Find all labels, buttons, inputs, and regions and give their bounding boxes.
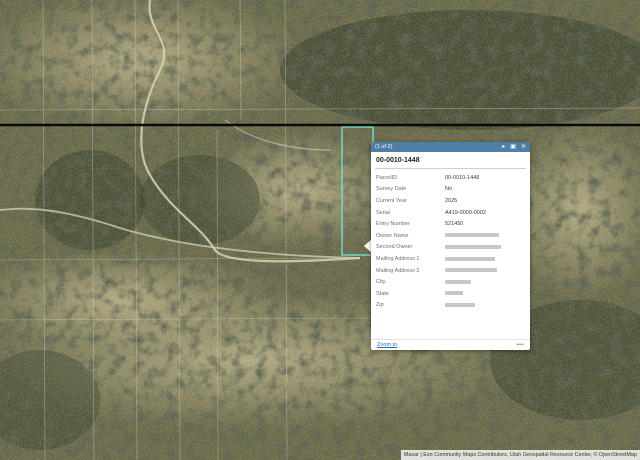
dock-icon[interactable]: ▸ [502, 142, 505, 152]
attribute-label: City [376, 279, 386, 286]
attribute-row: Serial A419-0009-0002 [371, 207, 530, 219]
attribute-value [440, 265, 530, 277]
attribute-row: Mailing Address 2 [371, 265, 530, 277]
attribute-label: Mailing Address 1 [376, 255, 420, 262]
attribute-row: Mailing Address 1 [371, 253, 530, 265]
attribute-row: Zip [371, 300, 530, 312]
map-attribution: Maxar | Esri Community Maps Contributors… [400, 450, 640, 460]
attribute-label: Mailing Address 2 [376, 267, 420, 274]
attribute-row: Survey Date No [371, 184, 530, 196]
maximize-icon[interactable]: ▣ [510, 142, 516, 152]
attribute-value [440, 300, 530, 312]
attribute-row: ParcelID 00-0010-1448 [371, 172, 530, 184]
redacted-value [445, 256, 495, 261]
attribute-label: Serial [376, 209, 391, 216]
attribute-row: Second Owner [371, 242, 530, 254]
attribute-row: Owner Name [371, 230, 530, 242]
attribute-label: Survey Date [376, 186, 407, 193]
map-view[interactable] [0, 0, 640, 460]
attribute-value [440, 288, 530, 300]
attribute-value [440, 276, 530, 288]
popup-pager[interactable]: (1 of 2) [375, 144, 392, 150]
redacted-value [445, 244, 501, 249]
ground-grain [0, 0, 640, 460]
attribute-label: Current Year [376, 197, 407, 204]
redacted-value [445, 291, 463, 296]
attribute-value [440, 230, 530, 242]
popup-footer: Zoom to ••• [371, 339, 530, 350]
attribute-label: ParcelID [376, 174, 398, 181]
redacted-value [445, 268, 497, 273]
redacted-value [445, 233, 499, 238]
attribute-value: A419-0009-0002 [445, 209, 486, 216]
close-icon[interactable]: ✕ [521, 142, 526, 152]
attribute-table: ParcelID 00-0010-1448 Survey Date No Current… [371, 172, 530, 311]
attribute-value: 2025 [445, 197, 458, 204]
attribute-label: Entry Number [376, 221, 410, 228]
attribute-row: Entry Number 521450 [371, 218, 530, 230]
attribute-value [440, 253, 530, 265]
attribute-value: 00-0010-1448 [445, 174, 480, 181]
attribute-label: State [376, 290, 389, 297]
attribute-label: Owner Name [376, 232, 409, 239]
zoom-to-link[interactable]: Zoom to [377, 342, 397, 348]
attribute-label: Zip [376, 302, 384, 309]
popup-title: 00-0010-1448 [375, 152, 526, 169]
attribute-row: City [371, 276, 530, 288]
attribute-row: Current Year 2025 [371, 195, 530, 207]
feature-popup: (1 of 2) ▸ ▣ ✕ 00-0010-1448 ParcelID 00-0… [371, 142, 530, 350]
attribute-value [440, 242, 530, 254]
attribute-value: No [445, 186, 453, 193]
attribute-label: Second Owner [376, 244, 413, 251]
redacted-value [445, 279, 471, 284]
attribute-row: State [371, 288, 530, 300]
redacted-value [445, 302, 475, 307]
more-actions-button[interactable]: ••• [517, 342, 524, 348]
popup-header: (1 of 2) ▸ ▣ ✕ [371, 142, 530, 152]
attribute-value: 521450 [445, 221, 464, 228]
